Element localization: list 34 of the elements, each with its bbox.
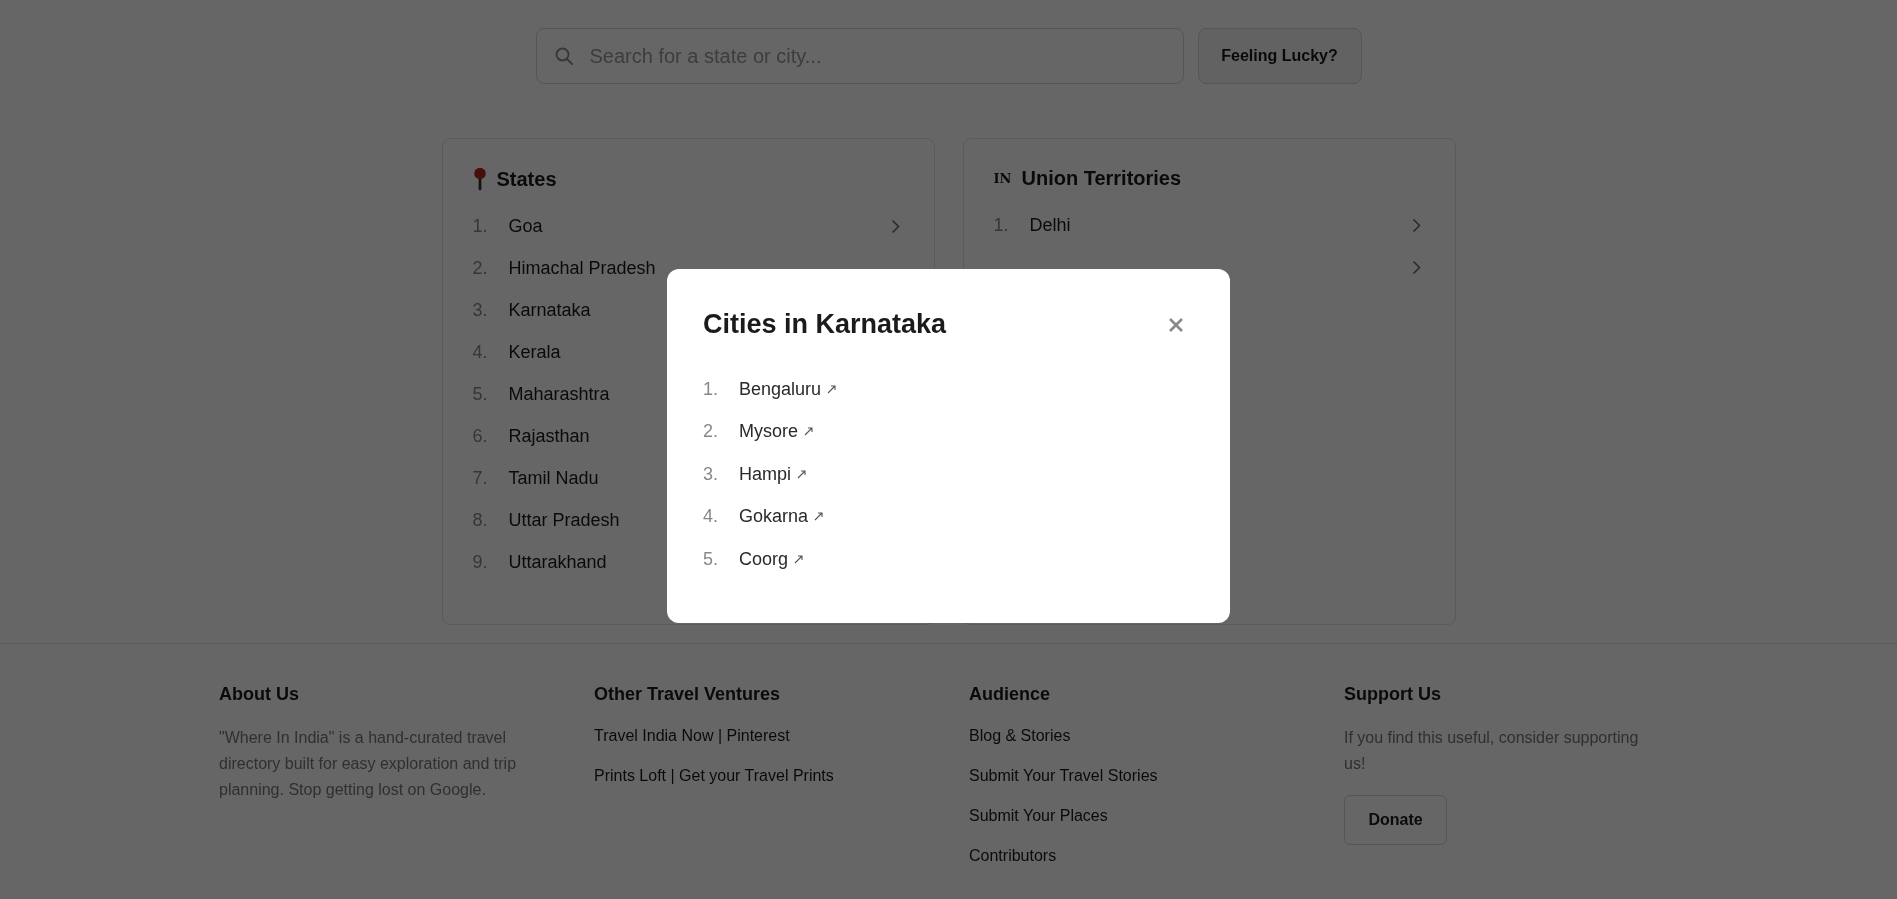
close-icon[interactable] bbox=[1168, 316, 1184, 333]
card-title: States bbox=[496, 167, 557, 191]
footer-link[interactable]: Travel India Now | Pinterest bbox=[594, 725, 790, 747]
arrow-icon bbox=[804, 427, 813, 437]
city-link[interactable]: Bengaluru bbox=[739, 378, 822, 400]
city-link[interactable]: Mysore bbox=[739, 421, 798, 443]
footer-heading: Audience bbox=[969, 684, 1051, 705]
footer-heading: Support Us bbox=[1344, 684, 1441, 705]
list-number: 2. bbox=[703, 421, 719, 443]
donate-button[interactable]: Donate bbox=[1344, 795, 1447, 845]
footer-link[interactable]: Blog & Stories bbox=[969, 725, 1071, 747]
search-icon bbox=[553, 46, 574, 66]
arrow-icon bbox=[827, 384, 837, 394]
feeling-lucky-button[interactable]: Feeling Lucky? bbox=[1197, 28, 1362, 84]
footer-link[interactable]: Prints Loft | Get your Travel Prints bbox=[594, 765, 834, 787]
pushpin-icon bbox=[472, 167, 487, 191]
list-number: 1. bbox=[703, 378, 719, 400]
footer-heading: Other Travel Ventures bbox=[594, 684, 781, 705]
city-link[interactable]: Hampi bbox=[739, 463, 791, 485]
flag-code: IN bbox=[993, 171, 1012, 186]
footer-link[interactable]: Submit Your Travel Stories bbox=[969, 765, 1158, 787]
card-title: Union Territories bbox=[1021, 167, 1182, 190]
arrow-icon bbox=[797, 469, 806, 479]
modal-title: Cities in Karnataka bbox=[703, 309, 947, 340]
city-link[interactable]: Coorg bbox=[739, 548, 789, 570]
arrow-icon bbox=[814, 512, 824, 522]
footer-link[interactable]: Contributors bbox=[969, 845, 1057, 867]
list-number: 4. bbox=[703, 506, 719, 528]
list-number: 3. bbox=[703, 463, 719, 485]
arrow-icon bbox=[794, 554, 804, 564]
footer-link[interactable]: Submit Your Places bbox=[969, 805, 1108, 827]
city-link[interactable]: Gokarna bbox=[739, 506, 809, 528]
list-number: 5. bbox=[703, 548, 719, 570]
footer-heading: About Us bbox=[219, 684, 299, 705]
